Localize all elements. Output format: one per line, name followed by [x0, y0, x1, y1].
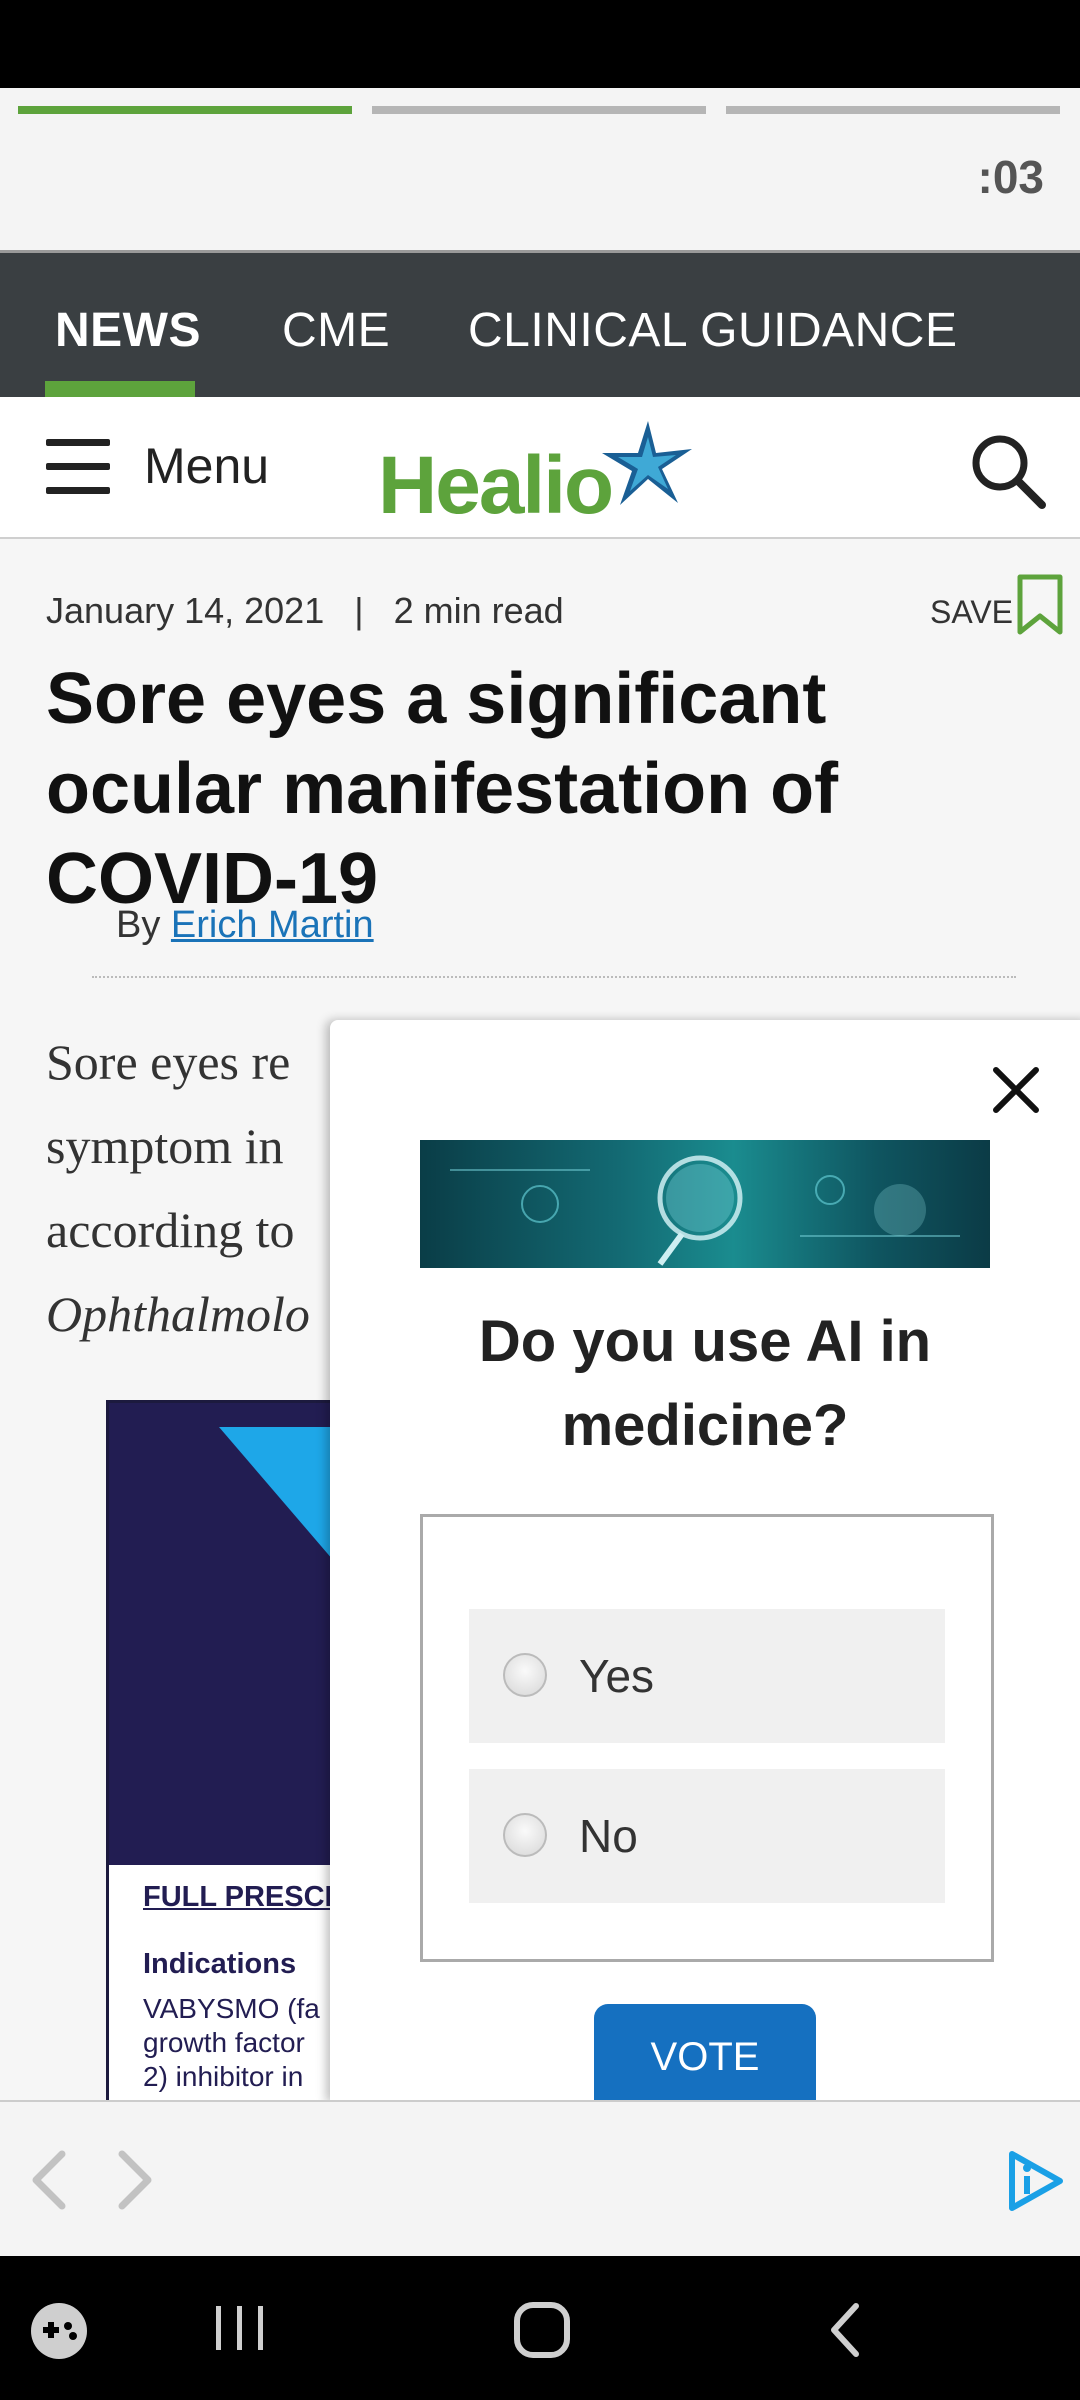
browser-back-icon[interactable]	[24, 2148, 74, 2212]
save-button[interactable]: SAVE	[930, 594, 1013, 631]
poll-options-box: Yes No	[420, 1514, 994, 1962]
article-headline: Sore eyes a significant ocular manifesta…	[46, 659, 839, 919]
ad-text-line: VABYSMO (fa	[143, 1993, 320, 2024]
ad-prescribing-link[interactable]: FULL PRESCR	[143, 1881, 339, 1914]
menu-label[interactable]: Menu	[144, 437, 269, 495]
byline: By Erich Martin	[116, 904, 374, 947]
ad-triangle-graphic	[219, 1427, 339, 1567]
site-header: Menu Healio	[0, 397, 1080, 539]
radio-button[interactable]	[503, 1653, 547, 1697]
ad-text-line: growth factor	[143, 2027, 305, 2058]
body-line: according to	[46, 1202, 295, 1258]
star-logo-icon	[602, 421, 692, 505]
poll-option-yes[interactable]: Yes	[469, 1609, 945, 1743]
body-line: symptom in	[46, 1118, 284, 1174]
recent-apps-icon[interactable]	[212, 2300, 268, 2356]
browser-bottom-bar	[0, 2100, 1080, 2258]
poll-option-no[interactable]: No	[469, 1769, 945, 1903]
article-date: January 14, 2021	[46, 590, 325, 631]
search-icon[interactable]	[968, 431, 1048, 511]
poll-image	[420, 1140, 990, 1268]
body-line: Sore eyes re	[46, 1034, 291, 1090]
article-body: Sore eyes re symptom in according to Oph…	[46, 1020, 376, 1356]
hamburger-menu-icon[interactable]	[46, 439, 110, 495]
story-progress-segment	[18, 106, 352, 114]
byline-divider	[92, 976, 1016, 978]
logo-text: Healio	[378, 440, 614, 531]
radio-button[interactable]	[503, 1813, 547, 1857]
meta-separator: |	[334, 590, 384, 631]
android-navigation-bar	[0, 2256, 1080, 2400]
home-icon[interactable]	[512, 2300, 572, 2360]
close-icon[interactable]	[988, 1062, 1044, 1118]
assistant-play-icon[interactable]	[998, 2146, 1068, 2216]
poll-option-label: Yes	[579, 1650, 655, 1702]
advertisement[interactable]: FULL PRESCR Indications VABYSMO (fa grow…	[106, 1400, 342, 2106]
tab-cme[interactable]: CME	[282, 303, 390, 358]
article-meta: January 14, 2021 | 2 min read	[46, 590, 564, 632]
back-icon[interactable]	[824, 2300, 864, 2360]
healio-logo[interactable]: Healio	[378, 419, 708, 531]
tab-clinical-guidance[interactable]: CLINICAL GUIDANCE	[468, 303, 957, 358]
story-timer: :03	[977, 151, 1044, 203]
story-progress-segment	[372, 106, 706, 114]
poll-option-label: No	[579, 1810, 638, 1862]
tab-news[interactable]: NEWS	[55, 303, 201, 358]
read-time: 2 min read	[393, 590, 564, 631]
poll-popup: Do you use AI in medicine? Yes No VOTE	[330, 1020, 1080, 2102]
story-progress-segment	[726, 106, 1060, 114]
game-launcher-icon[interactable]	[28, 2300, 90, 2362]
poll-question: Do you use AI in medicine?	[478, 1309, 932, 1458]
section-nav-tabs: NEWS CME CLINICAL GUIDANCE	[0, 253, 1080, 397]
ad-indications-heading: Indications	[143, 1948, 297, 1980]
browser-forward-icon[interactable]	[110, 2148, 160, 2212]
story-progress-header: :03	[0, 88, 1080, 253]
body-line-italic: Ophthalmolo	[46, 1286, 310, 1342]
ad-text-line: 2) inhibitor in	[143, 2061, 304, 2092]
vote-button[interactable]: VOTE	[594, 2004, 816, 2102]
status-bar	[0, 0, 1080, 88]
bookmark-icon[interactable]	[1016, 574, 1064, 636]
ad-banner-graphic	[109, 1403, 339, 1865]
author-link[interactable]: Erich Martin	[171, 904, 374, 946]
byline-prefix: By	[116, 904, 161, 946]
active-tab-indicator	[45, 381, 195, 397]
